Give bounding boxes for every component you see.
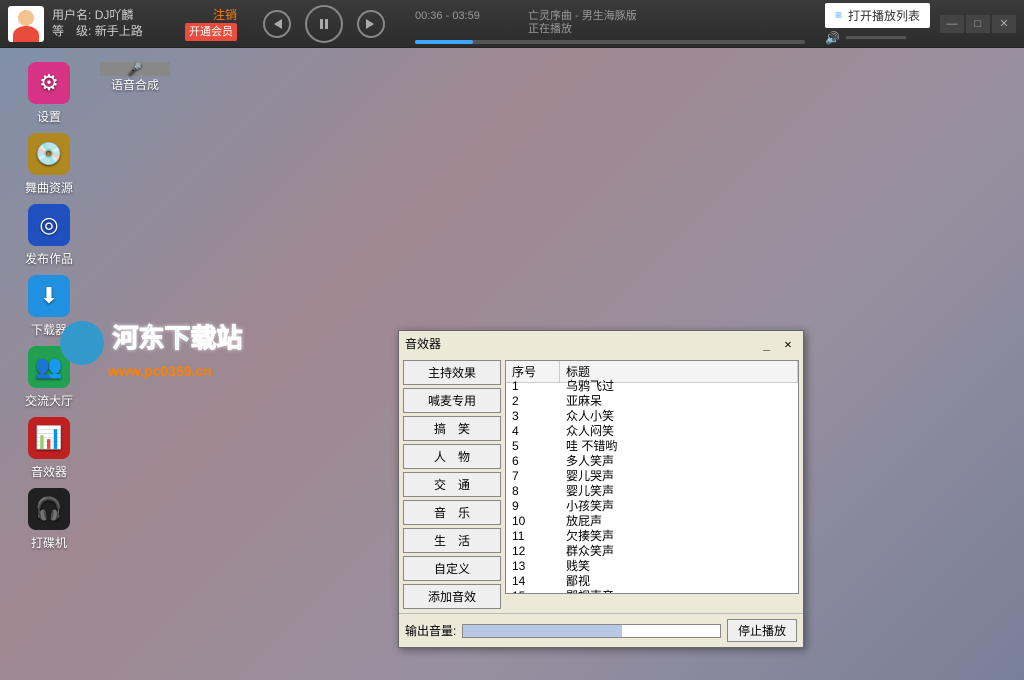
desktop-icon-2[interactable]: ◎发布作品: [14, 204, 84, 267]
sound-effect-dialog: 音效器 _ ✕ 主持效果喊麦专用搞 笑人 物交 通音 乐生 活自定义添加音效 序…: [398, 330, 804, 648]
volume-label: 输出音量:: [405, 622, 456, 639]
song-title: 亡灵序曲 - 男生海豚版: [528, 10, 637, 23]
dialog-close-button[interactable]: ✕: [779, 337, 797, 351]
vip-badge[interactable]: 开通会员: [185, 23, 237, 41]
username: DJ吖麟: [95, 8, 134, 22]
level-value: 新手上路: [95, 24, 143, 38]
maximize-button[interactable]: □: [966, 15, 990, 33]
desktop-icon-6[interactable]: 🎧打碟机: [14, 488, 84, 551]
app-icon: ⬇: [40, 283, 58, 309]
category-button-1[interactable]: 喊麦专用: [403, 388, 501, 413]
avatar[interactable]: [8, 6, 44, 42]
list-item[interactable]: 5哇 不错哟: [506, 439, 798, 454]
list-item[interactable]: 3众人小笑: [506, 409, 798, 424]
list-item[interactable]: 10放屁声: [506, 514, 798, 529]
level-label: 等 级:: [52, 24, 91, 38]
list-icon: ≡: [835, 8, 842, 22]
app-icon: 🎧: [35, 496, 62, 522]
progress-area: 00:36 - 03:59 亡灵序曲 - 男生海豚版 正在播放: [403, 4, 817, 44]
category-button-2[interactable]: 搞 笑: [403, 416, 501, 441]
category-button-3[interactable]: 人 物: [403, 444, 501, 469]
open-playlist-button[interactable]: ≡ 打开播放列表: [825, 3, 930, 28]
list-item[interactable]: 9小孩笑声: [506, 499, 798, 514]
category-button-5[interactable]: 音 乐: [403, 500, 501, 525]
playback-controls: [245, 5, 403, 43]
player-topbar: 用户名: DJ吖麟 注销 等 级: 新手上路 开通会员 00:36 - 03:5…: [0, 0, 1024, 48]
volume-slider[interactable]: [846, 36, 906, 39]
sound-list: 序号 标题 1乌鸦飞过2亚麻呆3众人小笑4众人闷笑5哇 不错哟6多人笑声7婴儿哭…: [505, 360, 799, 594]
dialog-minimize-button[interactable]: _: [758, 337, 776, 351]
category-button-0[interactable]: 主持效果: [403, 360, 501, 385]
app-icon: ⚙: [39, 70, 59, 96]
play-status: 正在播放: [528, 23, 637, 36]
close-button[interactable]: ✕: [992, 15, 1016, 33]
list-item[interactable]: 7婴儿哭声: [506, 469, 798, 484]
category-button-4[interactable]: 交 通: [403, 472, 501, 497]
app-icon: 💿: [35, 141, 62, 167]
desktop-icon-voice[interactable]: 🎤 语音合成: [100, 62, 170, 93]
list-item[interactable]: 1乌鸦飞过: [506, 379, 798, 394]
list-item[interactable]: 12群众笑声: [506, 544, 798, 559]
username-label: 用户名:: [52, 8, 91, 22]
user-panel: 用户名: DJ吖麟 注销 等 级: 新手上路 开通会员: [0, 4, 245, 44]
prev-button[interactable]: [263, 10, 291, 38]
watermark-logo: [60, 321, 104, 365]
time-display: 00:36 - 03:59: [415, 10, 480, 36]
list-item[interactable]: 4众人闷笑: [506, 424, 798, 439]
list-item[interactable]: 6多人笑声: [506, 454, 798, 469]
desktop-icon-5[interactable]: 📊音效器: [14, 417, 84, 480]
desktop-icon-1[interactable]: 💿舞曲资源: [14, 133, 84, 196]
category-button-6[interactable]: 生 活: [403, 528, 501, 553]
app-icon: 👥: [35, 354, 62, 380]
right-controls: ≡ 打开播放列表 🔊 — □ ✕: [817, 3, 1024, 45]
list-item[interactable]: 2亚麻呆: [506, 394, 798, 409]
desktop-icon-0[interactable]: ⚙设置: [14, 62, 84, 125]
list-item[interactable]: 14鄙视: [506, 574, 798, 589]
mic-icon: 🎤: [128, 62, 143, 76]
logout-link[interactable]: 注销: [213, 7, 237, 23]
app-icon: 📊: [35, 425, 62, 451]
desktop-area: ⚙设置💿舞曲资源◎发布作品⬇下载器👥交流大厅📊音效器🎧打碟机 🎤 语音合成 河东…: [0, 48, 1024, 680]
progress-bar[interactable]: [415, 40, 805, 44]
volume-icon[interactable]: 🔊: [825, 31, 840, 45]
list-item[interactable]: 11欠揍笑声: [506, 529, 798, 544]
category-button-8[interactable]: 添加音效: [403, 584, 501, 609]
dialog-title: 音效器: [405, 335, 441, 352]
minimize-button[interactable]: —: [940, 15, 964, 33]
stop-playback-button[interactable]: 停止播放: [727, 619, 797, 642]
category-button-7[interactable]: 自定义: [403, 556, 501, 581]
watermark: 河东下载站 www.pc0359.cn: [60, 318, 242, 379]
list-item[interactable]: 8婴儿笑声: [506, 484, 798, 499]
list-item[interactable]: 15鄙视声音: [506, 589, 798, 593]
pause-button[interactable]: [305, 5, 343, 43]
next-button[interactable]: [357, 10, 385, 38]
app-icon: ◎: [39, 212, 58, 238]
list-item[interactable]: 13贱笑: [506, 559, 798, 574]
output-volume-slider[interactable]: [462, 624, 721, 638]
